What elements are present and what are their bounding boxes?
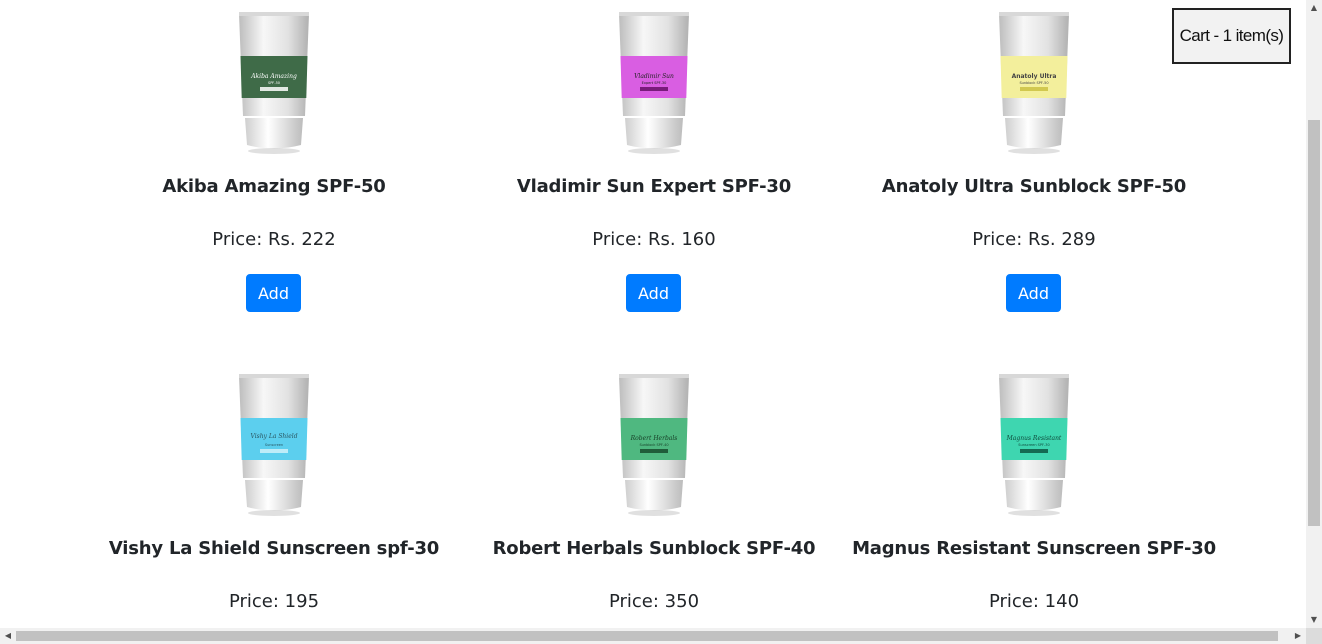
sunscreen-tube-image: Anatoly UltraSunblock SPF-50: [999, 12, 1069, 154]
svg-text:Robert Herbals: Robert Herbals: [630, 435, 678, 442]
sunscreen-tube-image: Akiba AmazingSPF-50: [239, 12, 309, 154]
product-image: Robert Herbals Sunblock SPF-40: [614, 372, 694, 522]
scroll-right-arrow-icon[interactable]: ▶: [1290, 628, 1306, 644]
product-price: Price: 195: [228, 591, 320, 612]
scroll-up-arrow-icon[interactable]: ▲: [1306, 0, 1322, 16]
sunscreen-tube-image: Magnus ResistantSunscreen SPF-30: [999, 374, 1069, 516]
product-page: Akiba Amazing SPF-50 Akiba Amazing SPF-50…: [0, 0, 1306, 628]
svg-text:Sunscreen: Sunscreen: [265, 443, 283, 447]
svg-text:Vladimir Sun: Vladimir Sun: [634, 73, 674, 80]
sunscreen-tube-image: Vladimir SunExpert SPF-30: [619, 12, 689, 154]
product-name: Anatoly Ultra Sunblock SPF-50: [881, 176, 1187, 197]
scrollbar-corner: [1306, 628, 1322, 644]
product-name: Robert Herbals Sunblock SPF-40: [492, 538, 816, 559]
svg-text:Sunblock SPF-40: Sunblock SPF-40: [639, 443, 668, 447]
svg-text:Vishy La Shield: Vishy La Shield: [250, 433, 297, 440]
product-name: Vladimir Sun Expert SPF-30: [516, 176, 792, 197]
horizontal-scrollbar[interactable]: ◀ ▶: [0, 628, 1306, 644]
cart-button[interactable]: Cart - 1 item(s): [1172, 8, 1291, 64]
svg-text:Akiba Amazing: Akiba Amazing: [250, 73, 297, 80]
svg-text:Magnus Resistant: Magnus Resistant: [1006, 435, 1062, 442]
product-price: Price: 140: [988, 591, 1080, 612]
vertical-scrollbar[interactable]: ▲ ▼: [1306, 0, 1322, 628]
svg-text:Anatoly Ultra: Anatoly Ultra: [1012, 73, 1057, 80]
vertical-scroll-thumb[interactable]: [1308, 120, 1320, 526]
add-to-cart-button[interactable]: Add: [626, 274, 681, 312]
product-image: Vishy La Shield Sunscreen: [234, 372, 314, 522]
product-name: Magnus Resistant Sunscreen SPF-30: [852, 538, 1216, 559]
add-to-cart-button[interactable]: Add: [1006, 274, 1061, 312]
scroll-left-arrow-icon[interactable]: ◀: [0, 628, 16, 644]
svg-text:SPF-50: SPF-50: [268, 81, 280, 85]
product-image: Anatoly Ultra Sunblock SPF-50: [994, 10, 1074, 160]
sunscreen-tube-image: Vishy La Shield Sunscreen: [239, 374, 309, 516]
scroll-down-arrow-icon[interactable]: ▼: [1306, 612, 1322, 628]
product-name: Vishy La Shield Sunscreen spf-30: [108, 538, 440, 559]
svg-text:Expert SPF-30: Expert SPF-30: [642, 81, 667, 85]
product-price: Price: 350: [608, 591, 700, 612]
product-price: Price: Rs. 289: [972, 229, 1096, 250]
horizontal-scroll-thumb[interactable]: [16, 631, 1278, 641]
svg-text:Sunscreen SPF-30: Sunscreen SPF-30: [1018, 443, 1049, 447]
add-to-cart-button[interactable]: Add: [246, 274, 301, 312]
product-image: Akiba Amazing SPF-50: [234, 10, 314, 160]
product-name: Akiba Amazing SPF-50: [162, 176, 386, 197]
svg-text:Sunblock SPF-50: Sunblock SPF-50: [1019, 81, 1048, 85]
sunscreen-tube-image: Robert HerbalsSunblock SPF-40: [619, 374, 689, 516]
product-price: Price: Rs. 160: [592, 229, 716, 250]
product-price: Price: Rs. 222: [212, 229, 336, 250]
product-image: Vladimir Sun Expert SPF-30: [614, 10, 694, 160]
product-image: Magnus Resistant Sunscreen SPF-30: [994, 372, 1074, 522]
